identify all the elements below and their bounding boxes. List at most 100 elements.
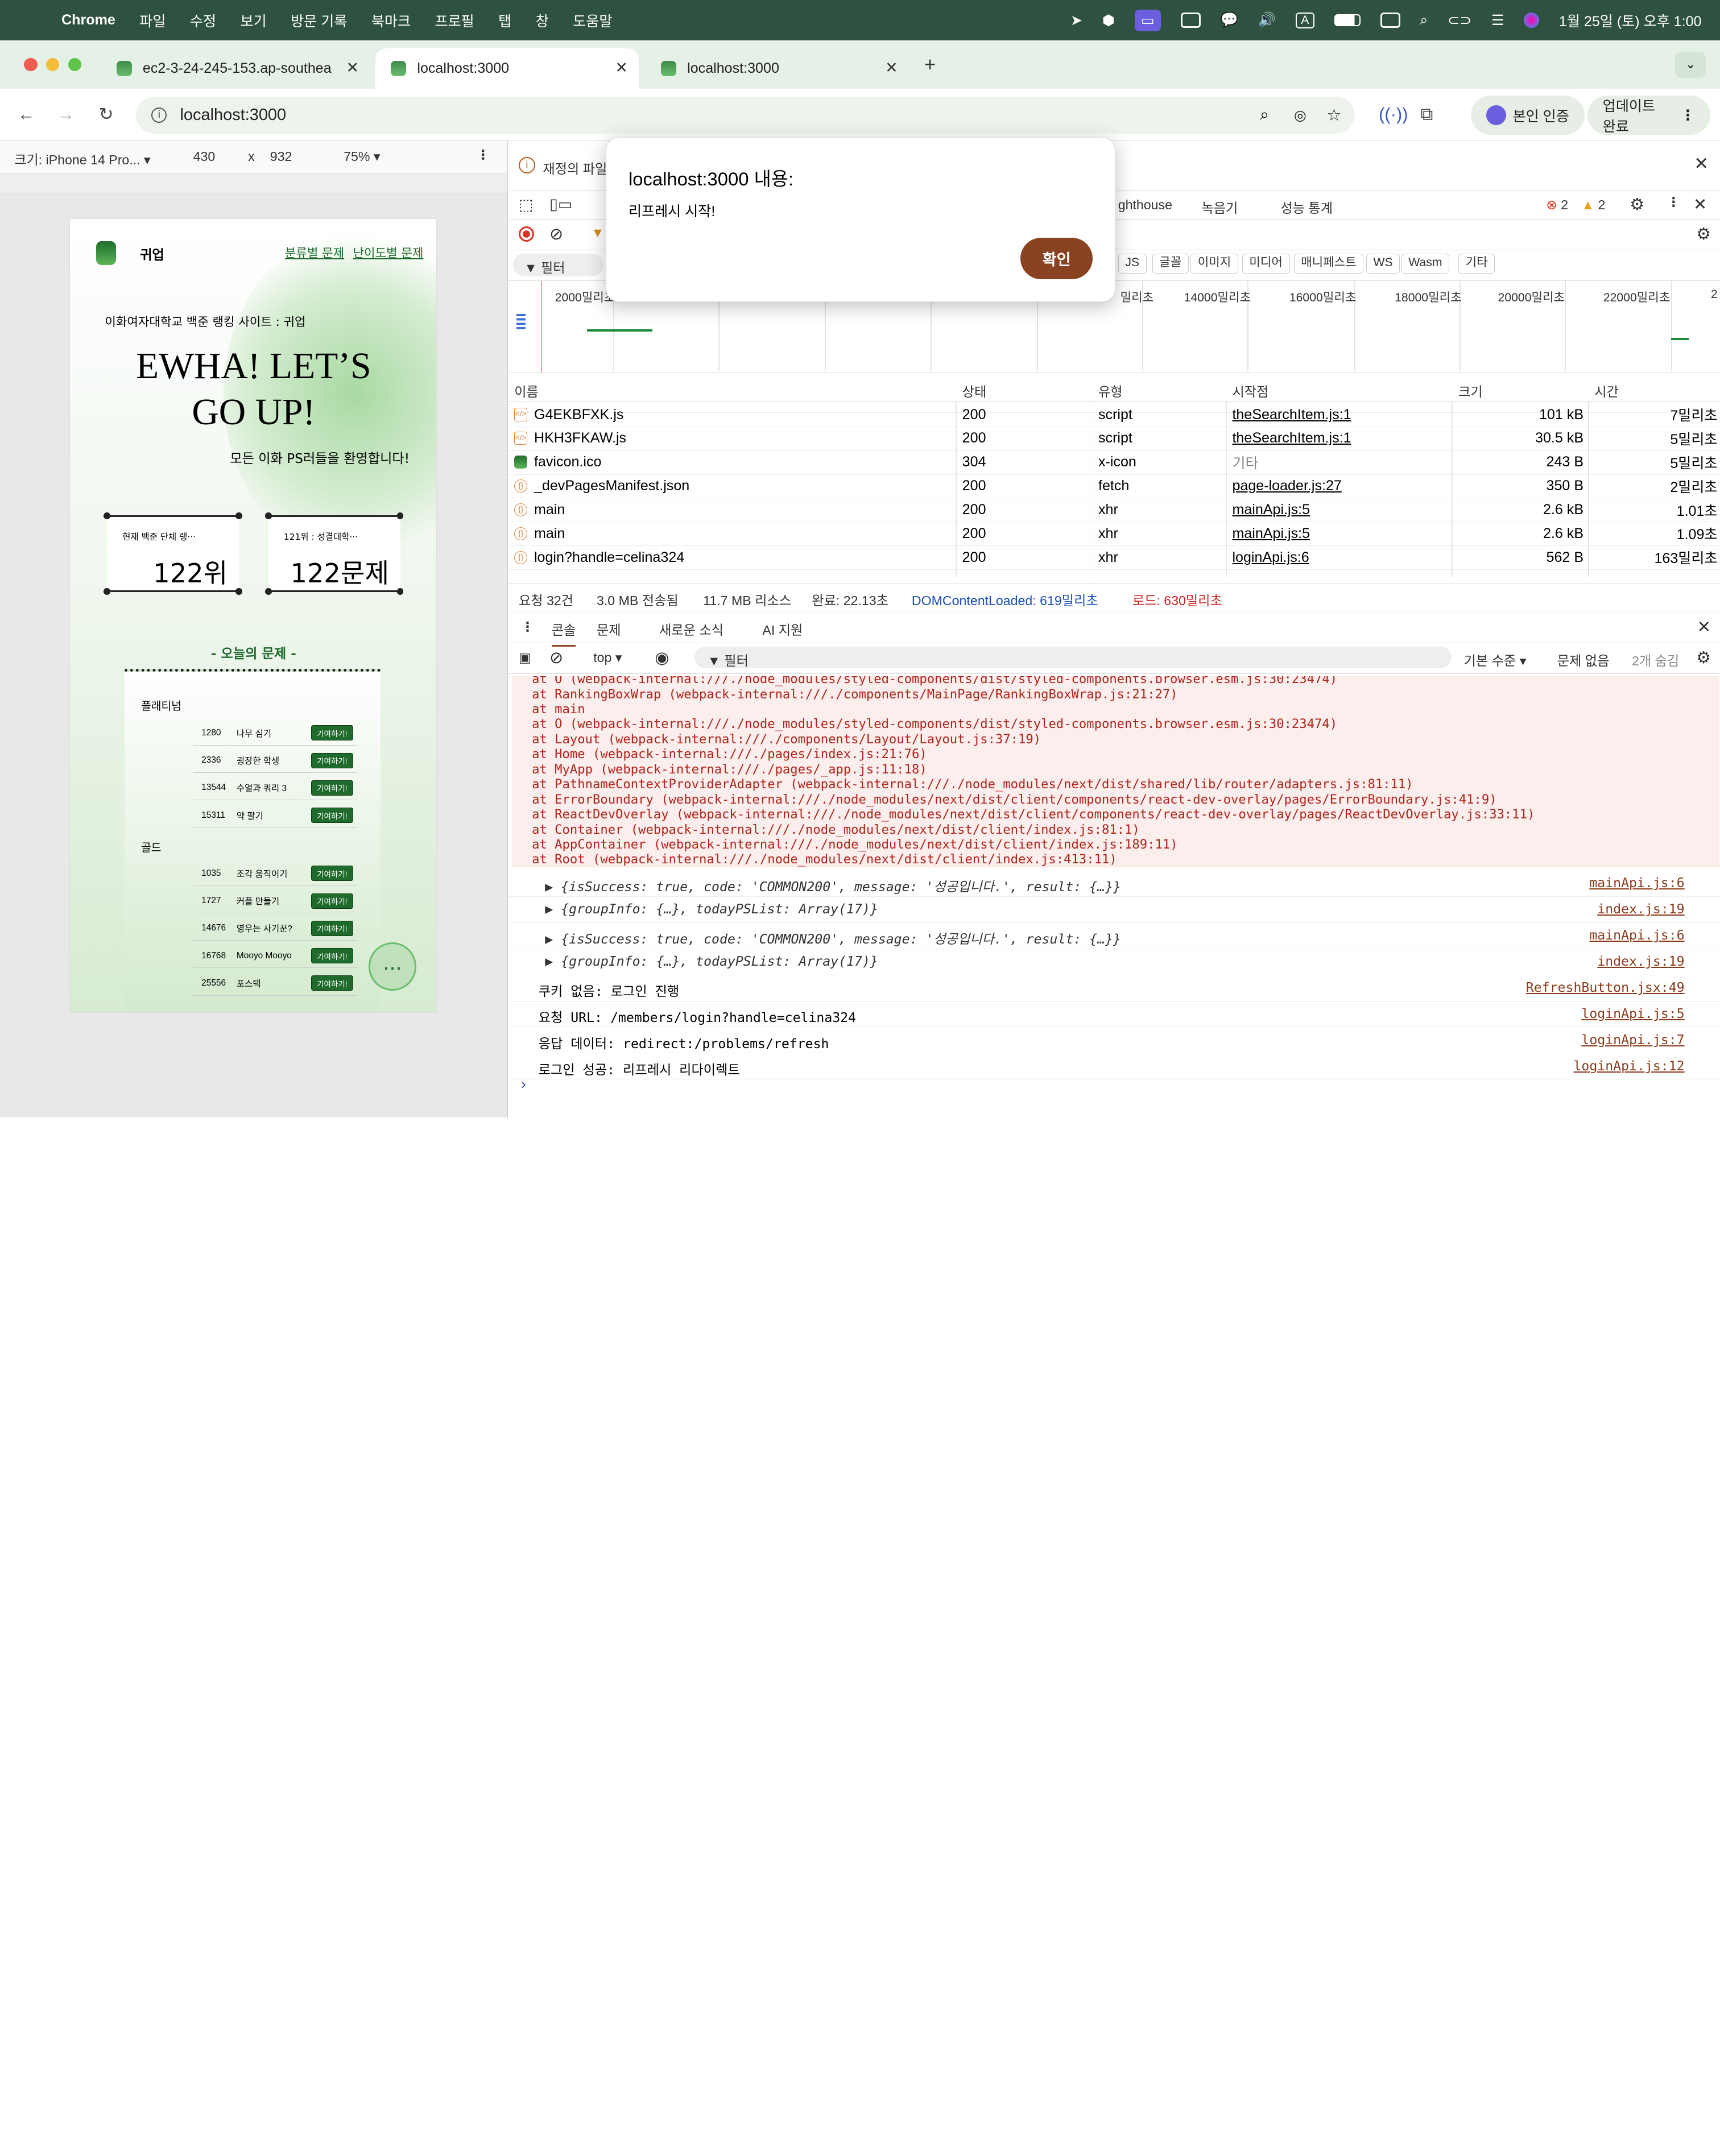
device-height-input[interactable]: 932 (270, 149, 292, 164)
clear-icon[interactable]: ⊘ (549, 224, 563, 244)
console-source-link[interactable]: mainApi.js:6 (1589, 928, 1684, 943)
display-icon[interactable] (1380, 13, 1400, 28)
chip-other[interactable]: 기타 (1458, 253, 1495, 274)
close-devtools-icon[interactable]: ✕ (1693, 195, 1707, 214)
new-tab-icon[interactable]: + (924, 54, 936, 76)
device-more-icon[interactable]: ⋮ (477, 147, 490, 163)
contribute-button[interactable]: 기여하기! (311, 866, 353, 882)
menu-edit[interactable]: 수정 (190, 10, 216, 31)
contribute-button[interactable]: 기여하기! (311, 752, 353, 768)
console-source-link[interactable]: RefreshButton.jsx:49 (1526, 980, 1685, 995)
menu-window[interactable]: 창 (536, 10, 549, 31)
send-icon[interactable]: ➤ (1070, 12, 1082, 29)
address-bar[interactable]: i localhost:3000 ⌕ ◎ ☆ (136, 96, 1355, 134)
eye-off-icon[interactable]: ◎ (1294, 107, 1306, 124)
network-settings-icon[interactable]: ⚙ (1696, 224, 1711, 244)
console-message[interactable]: 응답 데이터: redirect:/problems/refresh loginA… (507, 1028, 1720, 1054)
battery-icon[interactable] (1334, 14, 1361, 27)
console-message[interactable]: 요청 URL: /members/login?handle=celina324 l… (507, 1002, 1720, 1028)
close-drawer-icon[interactable]: ✕ (1697, 617, 1711, 637)
console-source-link[interactable]: index.js:19 (1597, 902, 1684, 917)
tab-recorder[interactable]: 녹음기 (1201, 197, 1238, 217)
console-message[interactable]: 쿠키 없음: 로그인 진행 RefreshButton.jsx:49 (507, 976, 1720, 1002)
link-icon[interactable]: ⊂⊃ (1448, 12, 1471, 29)
console-prompt[interactable]: › (521, 1075, 526, 1093)
tab-ec2[interactable]: ec2-3-24-245-153.ap-southeast ✕ (101, 48, 370, 89)
row-initiator[interactable]: loginApi.js:6 (1232, 549, 1309, 566)
close-infobar-icon[interactable]: ✕ (1694, 154, 1709, 174)
row-initiator[interactable]: theSearchItem.js:1 (1232, 407, 1351, 423)
control-center-icon[interactable]: ☰ (1491, 12, 1504, 29)
contribute-button[interactable]: 기여하기! (311, 948, 353, 964)
close-tab-icon[interactable]: ✕ (346, 59, 359, 77)
tab-search-icon[interactable]: ⌄ (1675, 51, 1706, 78)
tab-lighthouse[interactable]: ghthouse (1118, 197, 1172, 213)
menu-history[interactable]: 방문 기록 (291, 10, 347, 31)
tab-performance-insights[interactable]: 성능 통계 (1280, 197, 1333, 217)
network-filter-input[interactable]: ▼ 필터 (513, 253, 603, 277)
extension-icon[interactable]: ((·)) (1379, 104, 1408, 125)
console-message[interactable]: ▶ {groupInfo: {…}, todayPSList: Array(17… (507, 897, 1720, 923)
volume-icon[interactable]: 🔊 (1258, 12, 1276, 28)
zoom-icon[interactable]: ⌕ (1260, 106, 1269, 125)
menu-view[interactable]: 보기 (241, 10, 267, 31)
address-url[interactable]: localhost:3000 (180, 106, 287, 125)
tab-localhost-active[interactable]: localhost:3000 ✕ (375, 48, 639, 89)
menu-datetime[interactable]: 1월 25일 (토) 오후 1:00 (1559, 10, 1702, 31)
nav-category[interactable]: 분류별 문제 (285, 243, 344, 261)
menu-bookmarks[interactable]: 북마크 (371, 10, 411, 31)
chip-ws[interactable]: WS (1366, 253, 1400, 274)
puzzle-icon[interactable]: ⧉ (1420, 104, 1433, 125)
contribute-button[interactable]: 기여하기! (311, 725, 353, 741)
network-row[interactable]: {} main 200 xhr mainApi.js:5 2.6 kB 1.01초 (507, 498, 1720, 523)
console-message[interactable]: ▶ {isSuccess: true, code: 'COMMON200', m… (507, 924, 1720, 949)
chip-image[interactable]: 이미지 (1190, 253, 1238, 274)
contribute-button[interactable]: 기여하기! (311, 893, 353, 909)
network-row[interactable]: </> G4EKBFXK.js 200 script theSearchItem.js:… (507, 403, 1720, 427)
forward-arrow-icon[interactable]: → (57, 104, 75, 125)
device-width-input[interactable]: 430 (193, 149, 216, 164)
site-logo-text[interactable]: 귀업 (140, 244, 164, 263)
screen-share-icon[interactable]: ▭ (1134, 9, 1161, 31)
device-mode-icon[interactable]: ▯▭ (549, 196, 572, 213)
context-select[interactable]: top ▾ (593, 650, 622, 665)
devtools-more-icon[interactable]: ⋮ (1667, 195, 1680, 210)
chip-media[interactable]: 미디어 (1242, 253, 1290, 274)
inspect-icon[interactable]: ⬚ (519, 196, 534, 214)
menu-app-name[interactable]: Chrome (61, 12, 115, 28)
console-source-link[interactable]: index.js:19 (1597, 954, 1684, 969)
verify-button[interactable]: 본인 인증 (1471, 95, 1585, 135)
drawer-tab-issues[interactable]: 문제 (597, 619, 621, 639)
site-info-icon[interactable]: i (151, 107, 167, 123)
menu-help[interactable]: 도움말 (573, 10, 612, 31)
console-source-link[interactable]: loginApi.js:12 (1573, 1059, 1684, 1074)
floating-more-button[interactable]: ... (368, 942, 417, 991)
drawer-tab-ai[interactable]: AI 지원 (762, 619, 803, 639)
chat-icon[interactable]: 💬 (1221, 12, 1238, 28)
console-message[interactable]: 로그인 성공: 리프레시 리다이렉트 loginApi.js:12 (507, 1054, 1720, 1080)
contribute-button[interactable]: 기여하기! (311, 808, 353, 823)
menu-file[interactable]: 파일 (139, 10, 166, 31)
nav-difficulty[interactable]: 난이도별 문제 (353, 243, 424, 261)
device-select[interactable]: 크기: iPhone 14 Pro... ▾ (14, 149, 151, 168)
chip-js[interactable]: JS (1118, 253, 1147, 274)
dialog-ok-button[interactable]: 확인 (1020, 237, 1093, 280)
siri-icon[interactable] (1524, 13, 1540, 28)
log-level-select[interactable]: 기본 수준 ▾ (1464, 650, 1527, 669)
error-count[interactable]: ⊗ 2 (1546, 197, 1568, 213)
menu-tab[interactable]: 탭 (498, 10, 511, 31)
close-window-button[interactable] (24, 58, 38, 72)
contribute-button[interactable]: 기여하기! (311, 920, 353, 936)
minimize-window-button[interactable] (46, 58, 60, 72)
console-source-link[interactable]: loginApi.js:5 (1581, 1007, 1684, 1021)
input-a-icon[interactable]: A (1295, 12, 1315, 28)
network-row[interactable]: {} main 200 xhr mainApi.js:5 2.6 kB 1.09초 (507, 522, 1720, 547)
chip-font[interactable]: 글꼴 (1152, 253, 1189, 274)
network-row[interactable]: favicon.ico 304 x-icon 기타 243 B 5밀리초 (507, 450, 1720, 475)
drawer-more-icon[interactable]: ⋮ (521, 619, 534, 635)
row-initiator[interactable]: mainApi.js:5 (1232, 502, 1310, 518)
contribute-button[interactable]: 기여하기! (311, 975, 353, 991)
row-initiator[interactable]: page-loader.js:27 (1232, 478, 1341, 494)
device-zoom-select[interactable]: 75% ▾ (344, 149, 380, 164)
reload-icon[interactable]: ↻ (99, 104, 114, 125)
